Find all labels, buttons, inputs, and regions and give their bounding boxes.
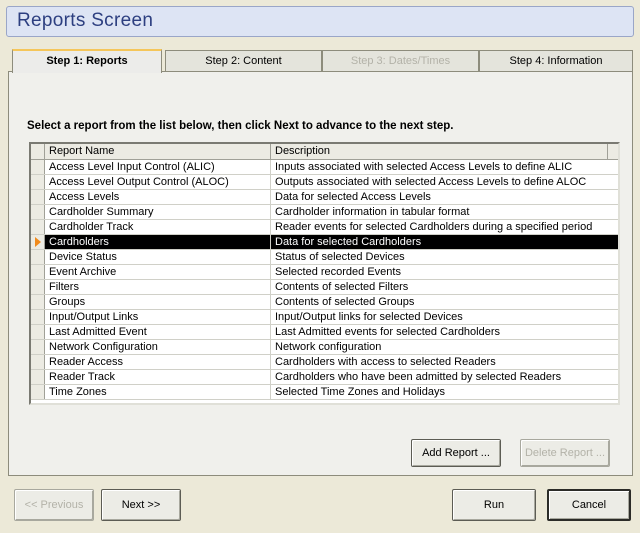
- cell-report-name[interactable]: Cardholder Track: [45, 220, 271, 234]
- cell-report-name[interactable]: Last Admitted Event: [45, 325, 271, 339]
- window-title: Reports Screen: [17, 10, 154, 31]
- cell-description[interactable]: Reader events for selected Cardholders d…: [271, 220, 618, 234]
- cell-description[interactable]: Input/Output links for selected Devices: [271, 310, 618, 324]
- tab-step-2-content[interactable]: Step 2: Content: [165, 50, 322, 72]
- tab-step-1-reports[interactable]: Step 1: Reports: [12, 49, 162, 73]
- tab-step-3-dates-times: Step 3: Dates/Times: [322, 50, 479, 72]
- table-row[interactable]: Time Zones Selected Time Zones and Holida…: [31, 385, 618, 400]
- cell-description[interactable]: Cardholders who have been admitted by se…: [271, 370, 618, 384]
- table-row[interactable]: Groups Contents of selected Groups: [31, 295, 618, 310]
- row-selector[interactable]: [31, 205, 45, 219]
- row-selector[interactable]: [31, 385, 45, 399]
- row-selector-header: [31, 144, 45, 159]
- current-row-indicator-icon[interactable]: [31, 235, 45, 249]
- cell-report-name[interactable]: Cardholders: [45, 235, 271, 249]
- table-row[interactable]: Device Status Status of selected Devices: [31, 250, 618, 265]
- cell-description[interactable]: Selected Time Zones and Holidays: [271, 385, 618, 399]
- cell-report-name[interactable]: Time Zones: [45, 385, 271, 399]
- reports-grid[interactable]: Report Name Description Access Level Inp…: [29, 142, 620, 405]
- row-selector[interactable]: [31, 265, 45, 279]
- cell-report-name[interactable]: Device Status: [45, 250, 271, 264]
- cell-description[interactable]: Status of selected Devices: [271, 250, 618, 264]
- grid-header: Report Name Description: [31, 144, 618, 160]
- row-selector[interactable]: [31, 370, 45, 384]
- cell-description[interactable]: Network configuration: [271, 340, 618, 354]
- cell-description[interactable]: Contents of selected Groups: [271, 295, 618, 309]
- cell-description[interactable]: Data for selected Access Levels: [271, 190, 618, 204]
- tab-panel: Select a report from the list below, the…: [8, 71, 633, 476]
- cell-report-name[interactable]: Groups: [45, 295, 271, 309]
- cell-description[interactable]: Inputs associated with selected Access L…: [271, 160, 618, 174]
- table-row[interactable]: Cardholders Data for selected Cardholders: [31, 235, 618, 250]
- cell-report-name[interactable]: Reader Track: [45, 370, 271, 384]
- cell-description[interactable]: Selected recorded Events: [271, 265, 618, 279]
- step-tabs: Step 1: Reports Step 2: Content Step 3: …: [8, 49, 633, 73]
- table-row[interactable]: Cardholder Summary Cardholder information…: [31, 205, 618, 220]
- row-selector[interactable]: [31, 175, 45, 189]
- cell-report-name[interactable]: Access Level Input Control (ALIC): [45, 160, 271, 174]
- table-row[interactable]: Access Levels Data for selected Access Le…: [31, 190, 618, 205]
- cancel-button[interactable]: Cancel: [547, 489, 631, 521]
- row-selector[interactable]: [31, 280, 45, 294]
- row-selector[interactable]: [31, 295, 45, 309]
- cell-description[interactable]: Cardholders with access to selected Read…: [271, 355, 618, 369]
- row-selector[interactable]: [31, 190, 45, 204]
- row-selector[interactable]: [31, 355, 45, 369]
- table-row[interactable]: Access Level Output Control (ALOC) Output…: [31, 175, 618, 190]
- cell-description[interactable]: Last Admitted events for selected Cardho…: [271, 325, 618, 339]
- add-report-button[interactable]: Add Report ...: [411, 439, 501, 467]
- cell-report-name[interactable]: Access Levels: [45, 190, 271, 204]
- title-bar: Reports Screen: [6, 6, 634, 37]
- row-selector[interactable]: [31, 220, 45, 234]
- row-selector[interactable]: [31, 250, 45, 264]
- table-row[interactable]: Input/Output Links Input/Output links for…: [31, 310, 618, 325]
- delete-report-button: Delete Report ...: [520, 439, 610, 467]
- table-row[interactable]: Cardholder Track Reader events for select…: [31, 220, 618, 235]
- cell-report-name[interactable]: Filters: [45, 280, 271, 294]
- cell-report-name[interactable]: Input/Output Links: [45, 310, 271, 324]
- row-selector[interactable]: [31, 160, 45, 174]
- row-selector[interactable]: [31, 325, 45, 339]
- table-row[interactable]: Last Admitted Event Last Admitted events …: [31, 325, 618, 340]
- table-row[interactable]: Filters Contents of selected Filters: [31, 280, 618, 295]
- instruction-text: Select a report from the list below, the…: [27, 120, 454, 132]
- row-selector[interactable]: [31, 310, 45, 324]
- cell-report-name[interactable]: Reader Access: [45, 355, 271, 369]
- table-row[interactable]: Reader Track Cardholders who have been ad…: [31, 370, 618, 385]
- cell-report-name[interactable]: Event Archive: [45, 265, 271, 279]
- cell-description[interactable]: Contents of selected Filters: [271, 280, 618, 294]
- column-header-description[interactable]: Description: [271, 144, 608, 159]
- cell-description[interactable]: Data for selected Cardholders: [271, 235, 618, 249]
- cell-description[interactable]: Cardholder information in tabular format: [271, 205, 618, 219]
- table-row[interactable]: Network Configuration Network configurati…: [31, 340, 618, 355]
- previous-button: << Previous: [14, 489, 94, 521]
- cell-description[interactable]: Outputs associated with selected Access …: [271, 175, 618, 189]
- cell-report-name[interactable]: Network Configuration: [45, 340, 271, 354]
- tab-step-4-information[interactable]: Step 4: Information: [479, 50, 633, 72]
- table-row[interactable]: Event Archive Selected recorded Events: [31, 265, 618, 280]
- cell-report-name[interactable]: Access Level Output Control (ALOC): [45, 175, 271, 189]
- run-button[interactable]: Run: [452, 489, 536, 521]
- cell-report-name[interactable]: Cardholder Summary: [45, 205, 271, 219]
- next-button[interactable]: Next >>: [101, 489, 181, 521]
- column-header-report-name[interactable]: Report Name: [45, 144, 271, 159]
- table-row[interactable]: Reader Access Cardholders with access to …: [31, 355, 618, 370]
- row-selector[interactable]: [31, 340, 45, 354]
- table-row[interactable]: Access Level Input Control (ALIC) Inputs …: [31, 160, 618, 175]
- grid-body: Access Level Input Control (ALIC) Inputs …: [31, 160, 618, 400]
